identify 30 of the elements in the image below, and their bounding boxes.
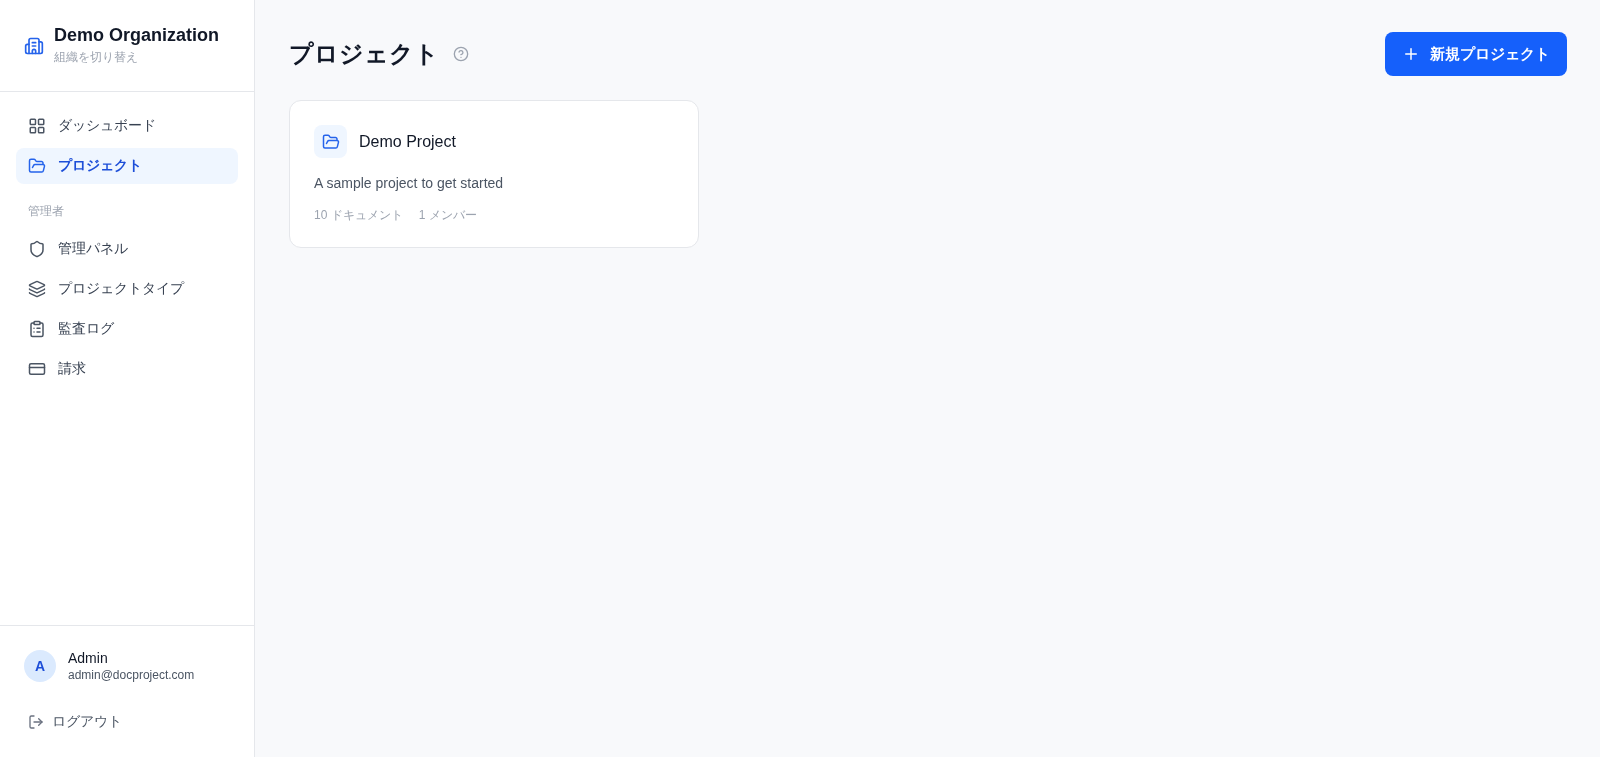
member-count: 1 メンバー	[418, 207, 477, 223]
organization-name: Demo Organization	[54, 25, 219, 46]
plus-icon	[1402, 45, 1420, 63]
user-name: Admin	[68, 650, 109, 666]
logout-icon	[28, 714, 44, 730]
section-title: 管理者	[27, 203, 65, 219]
nav-item[interactable]: プロジェクトタイプ	[16, 271, 238, 307]
project-name: Demo Project	[359, 132, 456, 151]
nav-item[interactable]: 監査ログ	[16, 311, 238, 347]
page-title: プロジェクト	[289, 39, 439, 69]
new-project-button[interactable]: 新規プロジェクト	[1385, 32, 1567, 76]
nav-item[interactable]: プロジェクト	[16, 148, 238, 184]
shield-icon	[28, 240, 46, 258]
credit-card-icon	[28, 360, 46, 378]
building-icon	[24, 35, 44, 56]
clipboard-icon	[28, 320, 46, 338]
help-icon[interactable]	[453, 46, 469, 62]
user-avatar: A	[24, 650, 56, 682]
folder-icon	[314, 125, 347, 158]
project-description: A sample project to get started	[314, 174, 505, 193]
logout-link[interactable]: ログアウト	[24, 704, 126, 740]
nav-item[interactable]: 管理パネル	[16, 231, 238, 267]
folder-icon	[28, 157, 46, 175]
nav-item[interactable]: ダッシュボード	[16, 108, 238, 144]
layers-icon	[28, 280, 46, 298]
nav-item[interactable]: 請求	[16, 351, 238, 387]
user-email: admin@docproject.com	[68, 668, 195, 682]
project-card[interactable]: Demo Project A sample project to get started 10 ドキュメント 1 メンバー	[289, 100, 699, 248]
document-count: 10 ドキュメント	[314, 207, 403, 223]
grid-icon	[28, 117, 46, 135]
